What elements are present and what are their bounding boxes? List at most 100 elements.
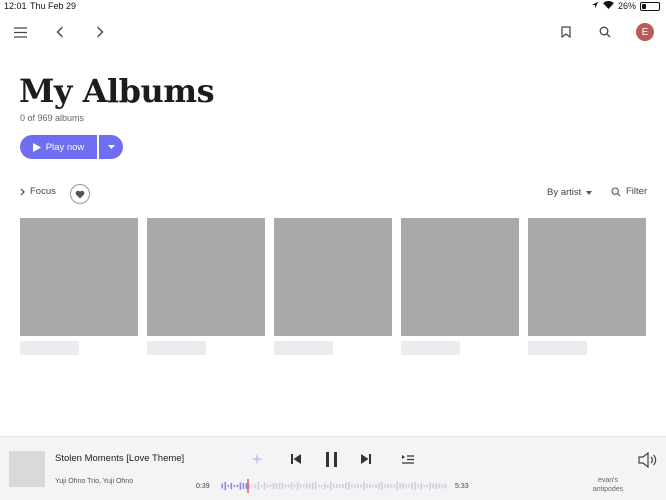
waveform-bar (351, 484, 353, 488)
waveform-bar (233, 484, 236, 488)
album-art-placeholder (147, 218, 265, 336)
waveform-bar (290, 482, 293, 490)
waveform-bar (239, 482, 242, 490)
album-art-placeholder (528, 218, 646, 336)
now-playing-cover[interactable] (9, 451, 45, 487)
search-icon[interactable] (597, 24, 613, 40)
sort-label: By artist (547, 187, 582, 198)
filter-label: Filter (626, 186, 648, 197)
waveform-bar (381, 481, 383, 491)
menu-icon[interactable] (12, 24, 28, 40)
album-art-placeholder (401, 218, 519, 336)
waveform-bar (281, 482, 284, 490)
play-now-button[interactable]: Play now (20, 135, 97, 159)
volume-icon[interactable] (638, 451, 658, 472)
play-options-button[interactable] (99, 135, 123, 159)
waveform-bar (342, 483, 344, 489)
waveform-bar (314, 482, 317, 490)
waveform-bar (378, 482, 380, 490)
waveform-bar (257, 482, 260, 490)
waveform-bar (435, 482, 437, 490)
album-tile[interactable] (147, 218, 265, 355)
waveform-bar (278, 482, 281, 490)
waveform-bar (369, 483, 371, 489)
waveform-bar (242, 483, 245, 489)
waveform-bar (311, 482, 314, 490)
waveform-bar (348, 482, 350, 490)
waveform-bar (230, 482, 233, 490)
status-date: Thu Feb 29 (30, 1, 77, 11)
waveform-bar (426, 484, 428, 488)
album-tile[interactable] (401, 218, 519, 355)
queue-icon[interactable] (400, 449, 416, 469)
next-track-icon[interactable] (358, 449, 374, 469)
album-tile[interactable] (528, 218, 646, 355)
caret-down-icon (586, 190, 593, 195)
battery-icon (640, 1, 660, 11)
avatar[interactable]: E (636, 23, 654, 41)
waveform-bar (345, 482, 347, 490)
waveform-bar (366, 483, 368, 489)
playhead[interactable] (247, 479, 249, 493)
waveform-bar (363, 481, 365, 491)
waveform-bar (296, 481, 299, 491)
album-caption-placeholder (401, 341, 460, 355)
album-caption-placeholder (528, 341, 587, 355)
waveform-bar (275, 483, 278, 489)
waveform-bar (339, 484, 341, 488)
album-caption-placeholder (147, 341, 206, 355)
top-nav: E (0, 18, 666, 46)
chevron-right-icon (20, 188, 25, 195)
waveform-bar (354, 484, 356, 488)
waveform-bar (224, 481, 227, 491)
waveform-bar (423, 484, 425, 488)
waveform-bar (405, 484, 407, 488)
track-artist[interactable]: Yuji Ohno Trio, Yuji Ohno (55, 478, 133, 485)
back-icon[interactable] (52, 24, 68, 40)
waveform-bar (330, 481, 332, 491)
waveform-bar (390, 484, 392, 488)
sort-dropdown[interactable]: By artist (547, 187, 593, 198)
heart-icon (75, 190, 85, 198)
waveform-bar (324, 483, 326, 489)
waveform-bar (251, 484, 254, 488)
output-zone[interactable]: evan's antipodes (586, 476, 630, 494)
previous-track-icon[interactable] (288, 449, 304, 469)
waveform-bar (372, 484, 374, 488)
waveform-bar (317, 484, 320, 488)
waveform-bar (420, 483, 422, 490)
waveform-seekbar[interactable] (221, 479, 447, 493)
album-tile[interactable] (274, 218, 392, 355)
waveform-bar (302, 484, 305, 488)
radio-sparkle-icon[interactable] (249, 449, 265, 469)
waveform-bar (293, 484, 296, 488)
bookmark-icon[interactable] (558, 24, 574, 40)
waveform-bar (432, 483, 434, 489)
pause-icon[interactable] (322, 449, 340, 469)
focus-toggle[interactable]: Focus (20, 186, 56, 197)
album-tile[interactable] (20, 218, 138, 355)
total-time: 5:33 (455, 483, 469, 490)
waveform-bar (269, 484, 272, 488)
battery-percent: 26% (617, 1, 636, 11)
filter-button[interactable]: Filter (611, 186, 647, 197)
waveform-bar (399, 483, 401, 489)
forward-icon[interactable] (92, 24, 108, 40)
waveform-bar (414, 482, 416, 490)
waveform-bar (393, 484, 395, 488)
location-icon (591, 1, 599, 11)
transport-controls (247, 449, 417, 469)
waveform-bar (254, 483, 257, 489)
waveform-bar (308, 483, 311, 489)
track-title[interactable]: Stolen Moments [Love Theme] (55, 453, 185, 465)
waveform-bar (408, 484, 410, 488)
waveform-bar (266, 484, 269, 488)
waveform-bar (263, 482, 266, 490)
waveform-bar (360, 484, 362, 488)
status-indicators: 26% (591, 1, 660, 11)
waveform-bar (227, 485, 230, 488)
play-icon (32, 142, 41, 152)
favorite-filter-button[interactable] (70, 184, 90, 204)
waveform-bar (375, 484, 377, 488)
elapsed-time: 0:39 (196, 483, 210, 490)
